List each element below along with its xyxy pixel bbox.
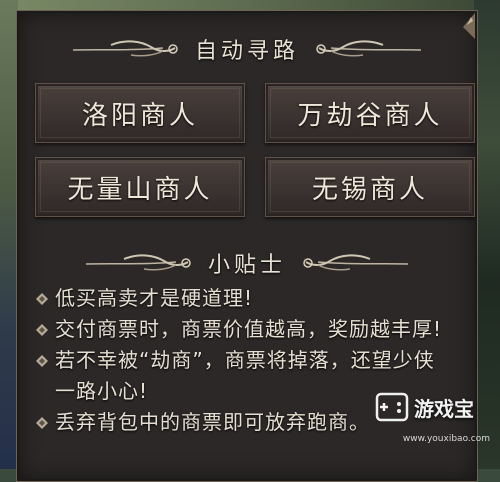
- tips-header: 小贴士: [17, 243, 477, 283]
- diamond-bullet-icon: [35, 407, 55, 438]
- auto-path-title: 自动寻路: [194, 39, 299, 64]
- left-swirl-ornament-icon: [72, 40, 178, 57]
- diamond-bullet-icon: [35, 314, 55, 345]
- tip-item: 交付商票时，商票价值越高，奖励越丰厚!: [35, 314, 475, 345]
- gamepad-logo-icon: [375, 392, 409, 422]
- tip-text: 交付商票时，商票价值越高，奖励越丰厚!: [55, 317, 443, 341]
- right-swirl-ornament-icon: [316, 40, 422, 57]
- watermark-url: www.youxibao.com: [402, 434, 490, 444]
- tips-title: 小贴士: [207, 253, 286, 278]
- wuxi-merchant-button[interactable]: 无锡商人: [265, 157, 475, 217]
- watermark-name: 游戏宝: [414, 396, 474, 421]
- luoyang-merchant-button[interactable]: 洛阳商人: [35, 83, 245, 143]
- tip-item: 低买高卖才是硬道理!: [35, 283, 475, 314]
- auto-path-header: 自动寻路: [17, 29, 477, 69]
- youxibao-watermark: 游戏宝: [374, 384, 496, 430]
- tip-text: 低买高卖才是硬道理!: [55, 286, 254, 310]
- wuliangshan-merchant-button[interactable]: 无量山商人: [35, 157, 245, 217]
- wanjiegu-merchant-button[interactable]: 万劫谷商人: [265, 83, 475, 143]
- left-swirl-ornament-icon: [85, 254, 191, 271]
- diamond-bullet-icon: [35, 283, 55, 314]
- right-swirl-ornament-icon: [303, 254, 409, 271]
- diamond-bullet-icon: [35, 345, 55, 376]
